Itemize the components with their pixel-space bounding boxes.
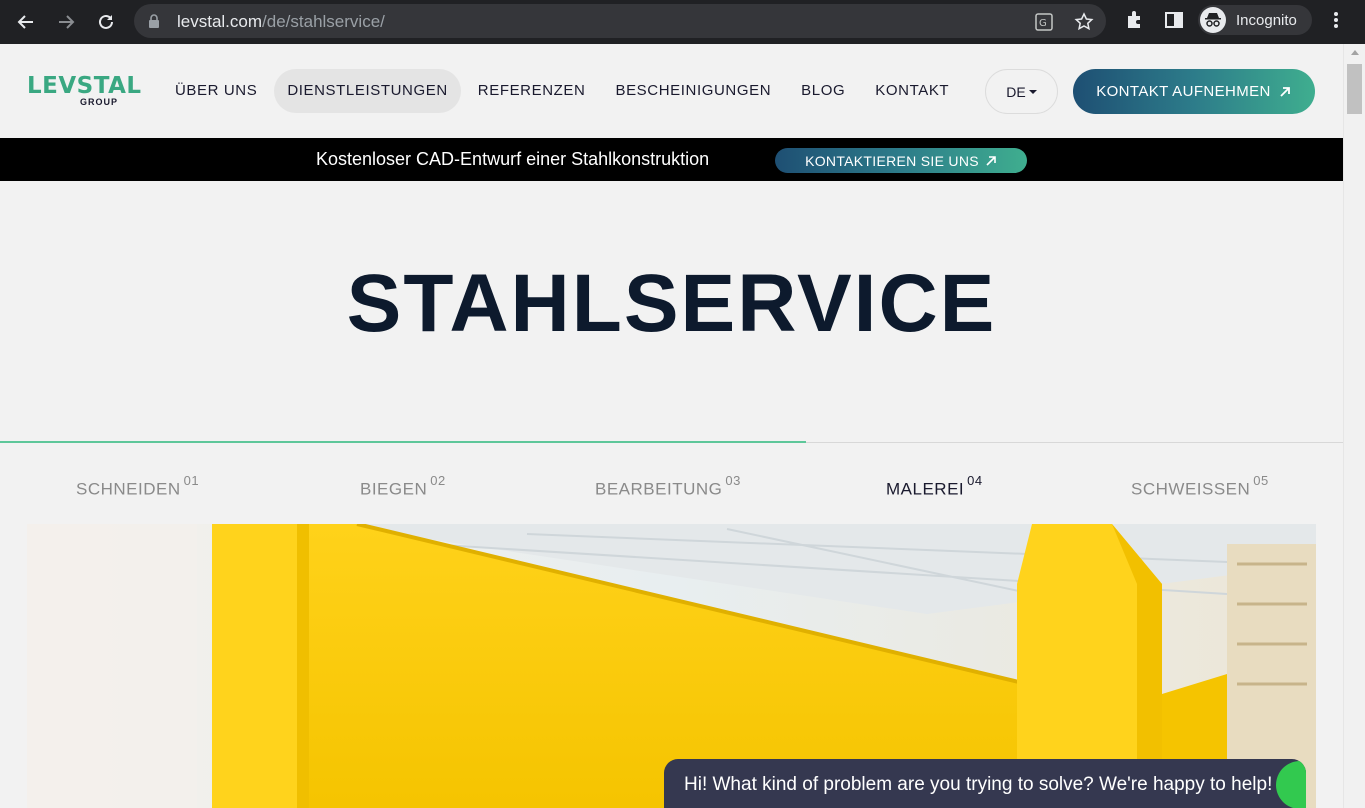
bookmark-star-icon[interactable] xyxy=(1074,12,1094,32)
scroll-up-arrow-icon[interactable] xyxy=(1351,50,1359,55)
back-arrow-icon xyxy=(17,15,33,29)
promo-banner: Kostenloser CAD-Entwurf einer Stahlkonst… xyxy=(0,138,1343,181)
tab-bearbeitung[interactable]: BEARBEITUNG 03 xyxy=(595,473,741,500)
nav-item-kontakt[interactable]: KONTAKT xyxy=(862,69,962,113)
incognito-profile-button[interactable]: Incognito xyxy=(1198,5,1312,35)
translate-icon[interactable]: G xyxy=(1034,12,1054,32)
forward-arrow-icon xyxy=(59,15,75,29)
logo-group-label: GROUP xyxy=(80,97,119,107)
chat-message: Hi! What kind of problem are you trying … xyxy=(684,774,1273,795)
back-button[interactable] xyxy=(12,8,40,36)
chat-widget[interactable]: Hi! What kind of problem are you trying … xyxy=(664,759,1306,808)
incognito-label: Incognito xyxy=(1236,11,1297,29)
promo-contact-button[interactable]: KONTAKTIEREN SIE UNS xyxy=(775,148,1027,173)
site-header: LEVSTAL GROUP ÜBER UNS DIENSTLEISTUNGEN … xyxy=(0,44,1343,138)
contact-cta-label: KONTAKT AUFNEHMEN xyxy=(1096,83,1271,100)
arrow-up-right-icon xyxy=(1280,86,1290,97)
arrow-up-right-icon xyxy=(986,155,996,166)
language-selector[interactable]: DE xyxy=(985,69,1058,114)
lock-icon xyxy=(149,14,159,28)
address-bar[interactable]: levstal.com/de/stahlservice/ G xyxy=(134,4,1106,38)
tab-schweissen[interactable]: SCHWEISSEN 05 xyxy=(1131,473,1269,500)
chat-status-indicator xyxy=(1276,761,1306,808)
nav-item-ueber-uns[interactable]: ÜBER UNS xyxy=(162,69,270,113)
nav-item-blog[interactable]: BLOG xyxy=(788,69,858,113)
reload-button[interactable] xyxy=(92,8,120,36)
contact-cta-button[interactable]: KONTAKT AUFNEHMEN xyxy=(1073,69,1315,114)
levstal-logo[interactable]: LEVSTAL GROUP xyxy=(27,73,142,107)
browser-toolbar: levstal.com/de/stahlservice/ G Incognito xyxy=(0,0,1365,44)
reload-icon xyxy=(99,14,113,29)
language-label: DE xyxy=(1006,83,1026,100)
tab-malerei[interactable]: MALEREI 04 xyxy=(886,473,983,500)
incognito-icon xyxy=(1200,7,1226,33)
page-scrollbar[interactable] xyxy=(1343,44,1365,808)
logo-wordmark: LEVSTAL xyxy=(27,73,142,99)
caret-down-icon xyxy=(1028,89,1037,94)
side-panel-icon[interactable] xyxy=(1164,10,1184,30)
extensions-puzzle-icon[interactable] xyxy=(1124,10,1144,30)
page-title: STAHLSERVICE xyxy=(346,258,997,349)
nav-item-bescheinigungen[interactable]: BESCHEINIGUNGEN xyxy=(602,69,784,113)
main-navigation: ÜBER UNS DIENSTLEISTUNGEN REFERENZEN BES… xyxy=(162,69,966,113)
promo-button-label: KONTAKTIEREN SIE UNS xyxy=(805,152,979,169)
url-text: levstal.com/de/stahlservice/ xyxy=(177,12,385,31)
nav-item-referenzen[interactable]: REFERENZEN xyxy=(465,69,599,113)
promo-text: Kostenloser CAD-Entwurf einer Stahlkonst… xyxy=(316,149,710,169)
nav-item-dienstleistungen[interactable]: DIENSTLEISTUNGEN xyxy=(274,69,461,113)
more-menu-icon[interactable] xyxy=(1328,10,1344,30)
tab-biegen[interactable]: BIEGEN 02 xyxy=(360,473,446,500)
scrollbar-thumb[interactable] xyxy=(1347,64,1362,114)
forward-button[interactable] xyxy=(52,8,80,36)
tab-progress-bar xyxy=(0,441,806,443)
svg-text:G: G xyxy=(1039,18,1047,29)
tab-schneiden[interactable]: SCHNEIDEN 01 xyxy=(76,473,199,500)
webpage: LEVSTAL GROUP ÜBER UNS DIENSTLEISTUNGEN … xyxy=(0,44,1343,808)
